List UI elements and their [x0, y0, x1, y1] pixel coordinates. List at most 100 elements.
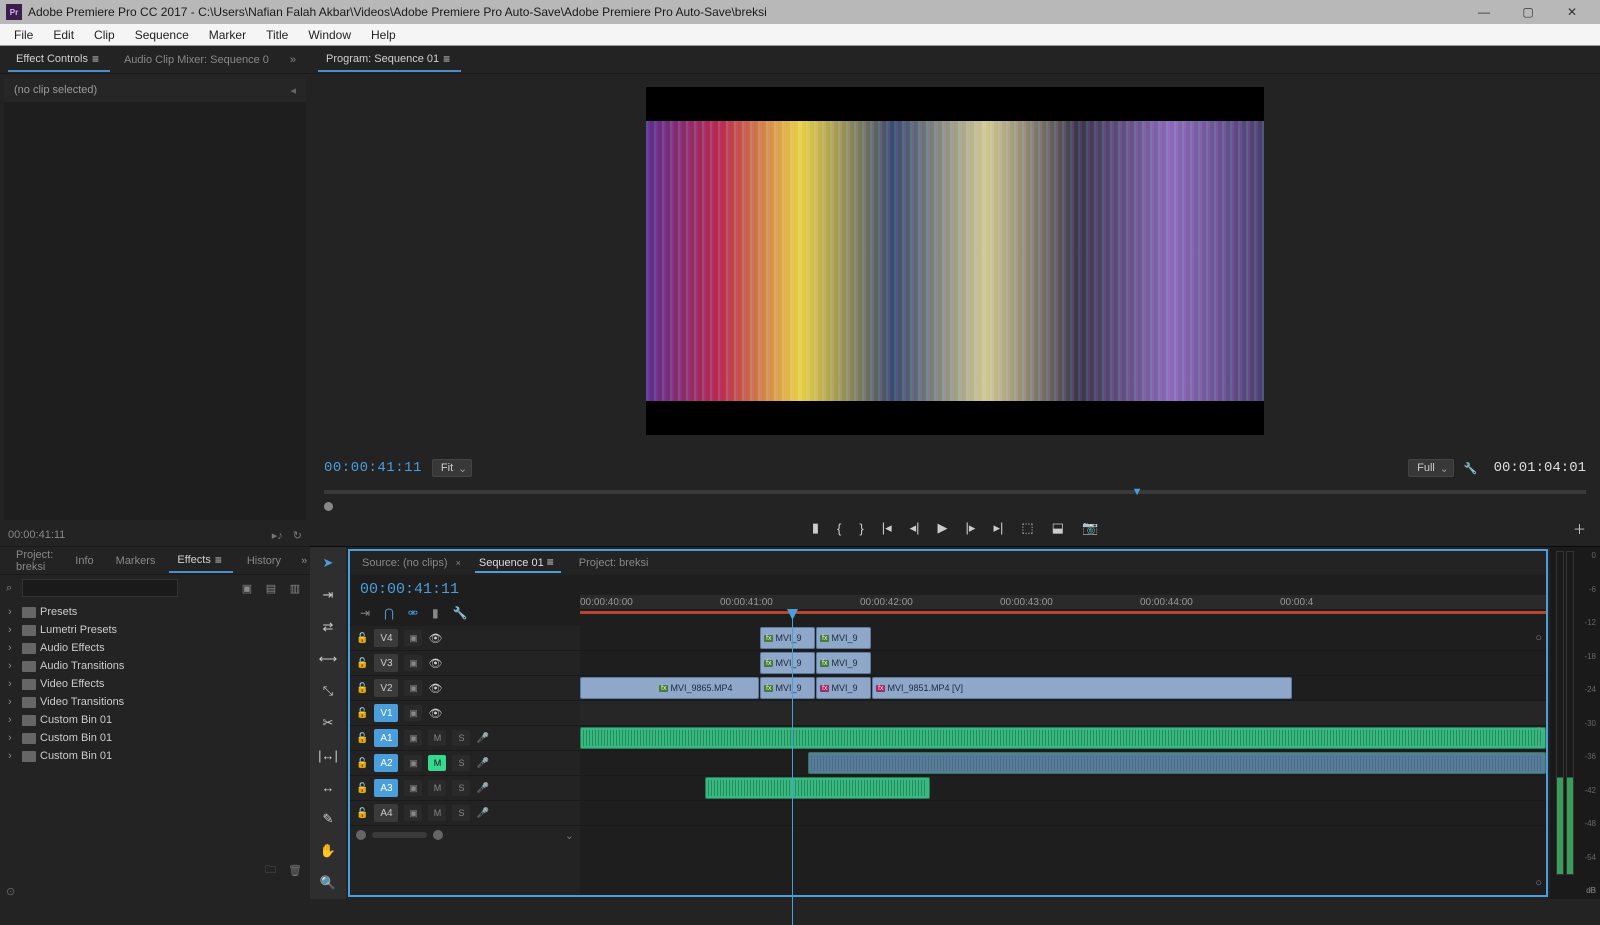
- tree-item[interactable]: ›Video Effects: [0, 675, 310, 693]
- tree-item[interactable]: ›Audio Transitions: [0, 657, 310, 675]
- yuv-filter-icon[interactable]: ▥: [286, 582, 304, 595]
- step-back-icon[interactable]: ◂|: [910, 520, 920, 536]
- lock-icon[interactable]: 🔓: [356, 658, 368, 669]
- lock-icon[interactable]: 🔓: [356, 733, 368, 744]
- timeline-settings-icon[interactable]: 🔧: [453, 606, 468, 620]
- selection-tool-icon[interactable]: ➤: [316, 553, 340, 573]
- mic-icon[interactable]: 🎤: [476, 758, 488, 769]
- razor-tool-icon[interactable]: ✂: [316, 713, 340, 733]
- video-clip[interactable]: fxMVI_9: [760, 652, 815, 674]
- solo-button[interactable]: S: [452, 730, 470, 746]
- menu-sequence[interactable]: Sequence: [125, 26, 199, 44]
- extract-icon[interactable]: ⬓: [1052, 520, 1064, 536]
- tree-item[interactable]: ›Presets: [0, 603, 310, 621]
- track-header-a4[interactable]: 🔓A4▣MS🎤: [350, 801, 580, 826]
- eye-icon[interactable]: 👁: [428, 682, 442, 695]
- close-tab-icon[interactable]: ×: [456, 558, 461, 568]
- mute-button[interactable]: M: [428, 780, 446, 796]
- mute-button[interactable]: M: [428, 755, 446, 771]
- menu-edit[interactable]: Edit: [43, 26, 84, 44]
- solo-button[interactable]: S: [452, 805, 470, 821]
- tab-markers[interactable]: Markers: [108, 551, 164, 571]
- go-to-in-icon[interactable]: |◂: [882, 520, 892, 536]
- video-clip[interactable]: fxMVI_9: [816, 627, 871, 649]
- pen-tool-icon[interactable]: ✎: [316, 809, 340, 829]
- button-editor-icon[interactable]: ＋: [1573, 519, 1586, 538]
- video-clip[interactable]: fxMVI_9: [816, 677, 871, 699]
- step-forward-icon[interactable]: |▸: [966, 520, 976, 536]
- eye-icon[interactable]: 👁: [428, 657, 442, 670]
- mark-in-icon[interactable]: ▮: [812, 520, 819, 536]
- linked-selection-icon[interactable]: ⚮: [408, 606, 418, 620]
- tab-history[interactable]: History: [239, 551, 289, 571]
- video-clip[interactable]: fxMVI_9851.MP4 [V]: [872, 677, 1292, 699]
- panel-menu-icon[interactable]: [92, 52, 102, 66]
- menu-help[interactable]: Help: [361, 26, 406, 44]
- scroll-handle-icon[interactable]: ○: [1535, 632, 1542, 644]
- tree-item[interactable]: ›Lumetri Presets: [0, 621, 310, 639]
- tab-audio-clip-mixer[interactable]: Audio Clip Mixer: Sequence 0: [116, 50, 277, 70]
- overflow-icon[interactable]: »: [295, 553, 313, 569]
- tab-effects[interactable]: Effects: [169, 549, 232, 573]
- mute-button[interactable]: M: [428, 805, 446, 821]
- tree-item[interactable]: ›Custom Bin 01: [0, 711, 310, 729]
- video-clip[interactable]: fxMVI_9: [816, 652, 871, 674]
- track-header-v1[interactable]: 🔓V1▣👁: [350, 701, 580, 726]
- track-header-a2[interactable]: 🔓A2▣MS🎤: [350, 751, 580, 776]
- timeline-tracks[interactable]: fxMVI_9 fxMVI_9 fxMVI_9 fxMVI_9 fxMVI_98…: [580, 626, 1546, 895]
- mic-icon[interactable]: 🎤: [476, 733, 488, 744]
- scroll-handle-icon[interactable]: ○: [1535, 877, 1542, 889]
- mark-out-bracket-icon[interactable]: }: [859, 521, 863, 536]
- expand-icon[interactable]: ⌄: [565, 829, 574, 842]
- tab-source[interactable]: Source: (no clips): [358, 555, 452, 571]
- zoom-handle-icon[interactable]: [433, 830, 443, 840]
- new-bin-icon[interactable]: 🗀: [265, 861, 276, 880]
- 32bit-filter-icon[interactable]: ▤: [262, 582, 280, 595]
- eye-icon[interactable]: 👁: [428, 632, 442, 645]
- go-to-out-icon[interactable]: ▸|: [993, 520, 1003, 536]
- insert-overwrite-icon[interactable]: ⇥: [360, 606, 370, 620]
- program-scrubber[interactable]: ▼: [324, 488, 1586, 510]
- track-header-a3[interactable]: 🔓A3▣MS🎤: [350, 776, 580, 801]
- mic-icon[interactable]: 🎤: [476, 783, 488, 794]
- eye-icon[interactable]: 👁: [428, 707, 442, 720]
- tree-item[interactable]: ›Audio Effects: [0, 639, 310, 657]
- timeline-timecode[interactable]: 00:00:41:11: [360, 581, 570, 598]
- accelerated-filter-icon[interactable]: ▣: [238, 582, 256, 595]
- playhead-icon[interactable]: [787, 609, 798, 620]
- track-header-v2[interactable]: 🔓V2▣👁: [350, 676, 580, 701]
- delete-icon[interactable]: 🗑: [288, 864, 302, 877]
- toggle-pin-icon[interactable]: ◂: [290, 84, 296, 97]
- settings-icon[interactable]: 🔧: [1464, 462, 1478, 475]
- panel-menu-icon[interactable]: [547, 555, 557, 569]
- snap-icon[interactable]: ⋂: [384, 606, 394, 620]
- menu-title[interactable]: Title: [256, 26, 298, 44]
- track-header-v4[interactable]: 🔓V4▣👁: [350, 626, 580, 651]
- solo-button[interactable]: S: [452, 755, 470, 771]
- lock-icon[interactable]: 🔓: [356, 808, 368, 819]
- vertical-zoom-slider[interactable]: [372, 832, 427, 838]
- tree-item[interactable]: ›Video Transitions: [0, 693, 310, 711]
- program-monitor[interactable]: [646, 87, 1264, 435]
- quality-dropdown[interactable]: Full: [1408, 459, 1454, 477]
- add-marker-icon[interactable]: ▮: [432, 606, 439, 620]
- timeline-ruler[interactable]: 00:00:40:00 00:00:41:00 00:00:42:00 00:0…: [580, 575, 1546, 625]
- video-clip[interactable]: fxMVI_9865.MP4: [580, 677, 759, 699]
- video-clip[interactable]: fxMVI_9: [760, 677, 815, 699]
- lift-icon[interactable]: ⬚: [1021, 520, 1033, 536]
- audio-clip[interactable]: [808, 752, 1546, 774]
- lock-icon[interactable]: 🔓: [356, 758, 368, 769]
- play-icon[interactable]: ▶: [938, 520, 948, 536]
- tab-timeline-project[interactable]: Project: breksi: [575, 555, 653, 571]
- track-header-v3[interactable]: 🔓V3▣👁: [350, 651, 580, 676]
- zoom-handle-icon[interactable]: [356, 830, 366, 840]
- audio-clip[interactable]: [705, 777, 930, 799]
- export-frame-icon[interactable]: 📷: [1082, 520, 1098, 536]
- mark-in-bracket-icon[interactable]: {: [837, 521, 841, 536]
- effects-search-input[interactable]: [22, 579, 178, 597]
- hand-tool-icon[interactable]: ✋: [316, 841, 340, 861]
- play-only-icon[interactable]: ▸♪: [272, 529, 283, 542]
- scroll-handle-icon[interactable]: ○: [1535, 724, 1542, 736]
- program-timecode[interactable]: 00:00:41:11: [324, 460, 422, 476]
- tab-program[interactable]: Program: Sequence 01: [318, 48, 461, 72]
